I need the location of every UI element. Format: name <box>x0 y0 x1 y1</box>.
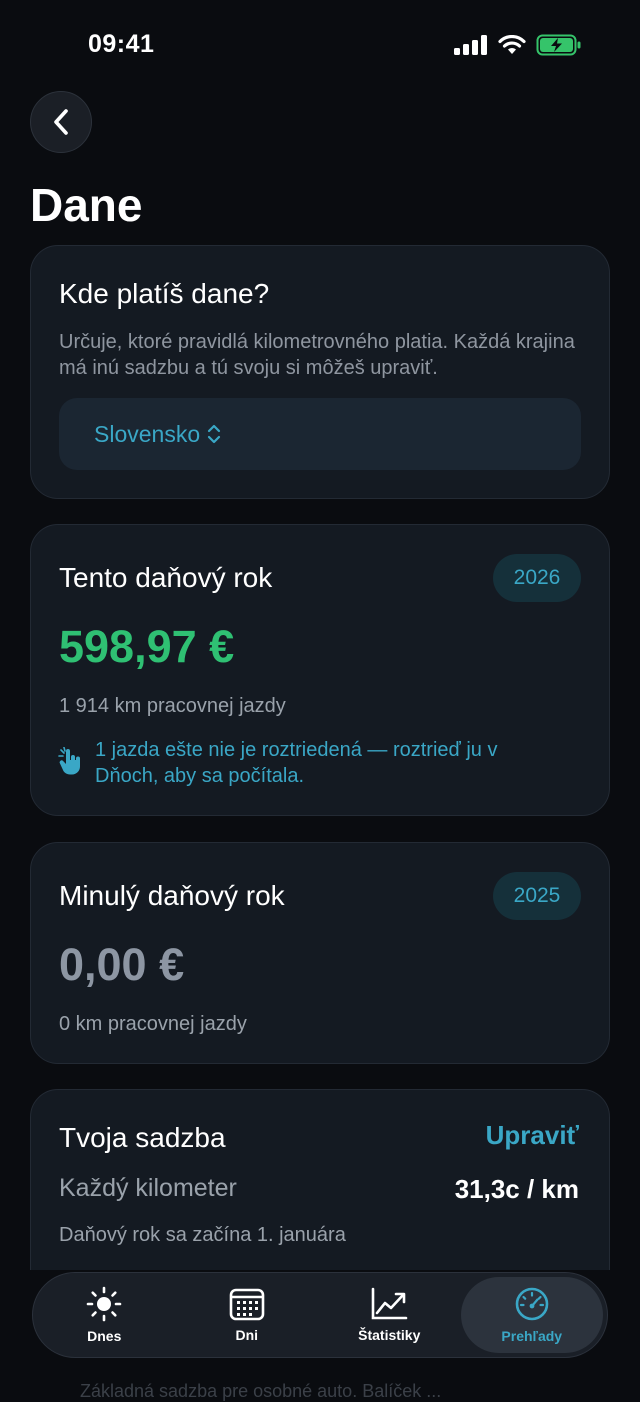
country-card-title: Kde platíš dane? <box>59 278 270 309</box>
tab-dni[interactable]: Dni <box>176 1273 319 1357</box>
country-card-description: Určuje, ktoré pravidlá kilometrovného pl… <box>59 331 575 379</box>
tab-dnes[interactable]: Dnes <box>33 1273 176 1357</box>
current-year-amount: 598,97 € <box>59 621 235 672</box>
wifi-icon <box>498 35 526 54</box>
tab-prehlady[interactable]: Prehľady <box>460 1277 603 1353</box>
chart-line-icon <box>371 1287 408 1320</box>
current-year-badge: 2026 <box>493 554 581 602</box>
edit-rate-button[interactable]: Upraviť <box>486 1120 579 1151</box>
previous-year-km: 0 km pracovnej jazdy <box>59 1013 247 1035</box>
status-time: 09:41 <box>88 30 155 58</box>
calendar-icon <box>229 1288 265 1321</box>
current-year-title: Tento daňový rok <box>59 562 273 593</box>
cellular-signal-icon <box>454 35 487 55</box>
rate-card-title: Tvoja sadzba <box>59 1122 226 1153</box>
previous-tax-year-card: Minulý daňový rok 2025 0,00 € 0 km praco… <box>30 842 610 1064</box>
previous-year-badge: 2025 <box>493 872 581 920</box>
status-icons <box>454 34 582 56</box>
previous-year-title: Minulý daňový rok <box>59 880 285 911</box>
tab-label-statistiky: Štatistiky <box>358 1327 421 1343</box>
previous-year-amount: 0,00 € <box>59 939 185 990</box>
tax-year-start-note: Daňový rok sa začína 1. januára <box>59 1224 346 1246</box>
country-select-value: Slovensko <box>94 420 201 447</box>
sun-icon <box>86 1286 122 1322</box>
page-title: Dane <box>30 179 143 231</box>
rate-value: 31,3c / km <box>454 1174 579 1204</box>
tab-label-dni: Dni <box>235 1327 259 1343</box>
back-button[interactable] <box>30 91 92 153</box>
tab-statistiky[interactable]: Štatistiky <box>318 1273 461 1357</box>
chevron-up-down-icon <box>208 424 221 444</box>
country-select[interactable]: Slovensko <box>59 398 581 470</box>
hand-pointer-icon <box>58 747 80 775</box>
obscured-text: Základná sadzba pre osobné auto. Balíček… <box>80 1381 442 1401</box>
rate-label: Každý kilometer <box>59 1174 237 1202</box>
current-year-km: 1 914 km pracovnej jazdy <box>59 695 286 717</box>
tab-label-dnes: Dnes <box>87 1328 122 1344</box>
chevron-left-icon <box>54 109 68 135</box>
unsorted-trip-hint[interactable]: 1 jazda ešte nie je roztriedená — roztri… <box>95 737 565 789</box>
battery-charging-icon <box>536 34 581 56</box>
tab-label-prehlady: Prehľady <box>501 1328 563 1344</box>
status-bar: 09:41 <box>0 0 640 92</box>
current-tax-year-card: Tento daňový rok 2026 598,97 € 1 914 km … <box>30 524 610 816</box>
tab-bar: Dnes Dni Štatistiky Prehľady <box>32 1272 608 1358</box>
gauge-icon <box>515 1287 549 1321</box>
country-card: Kde platíš dane? Určuje, ktoré pravidlá … <box>30 245 610 499</box>
